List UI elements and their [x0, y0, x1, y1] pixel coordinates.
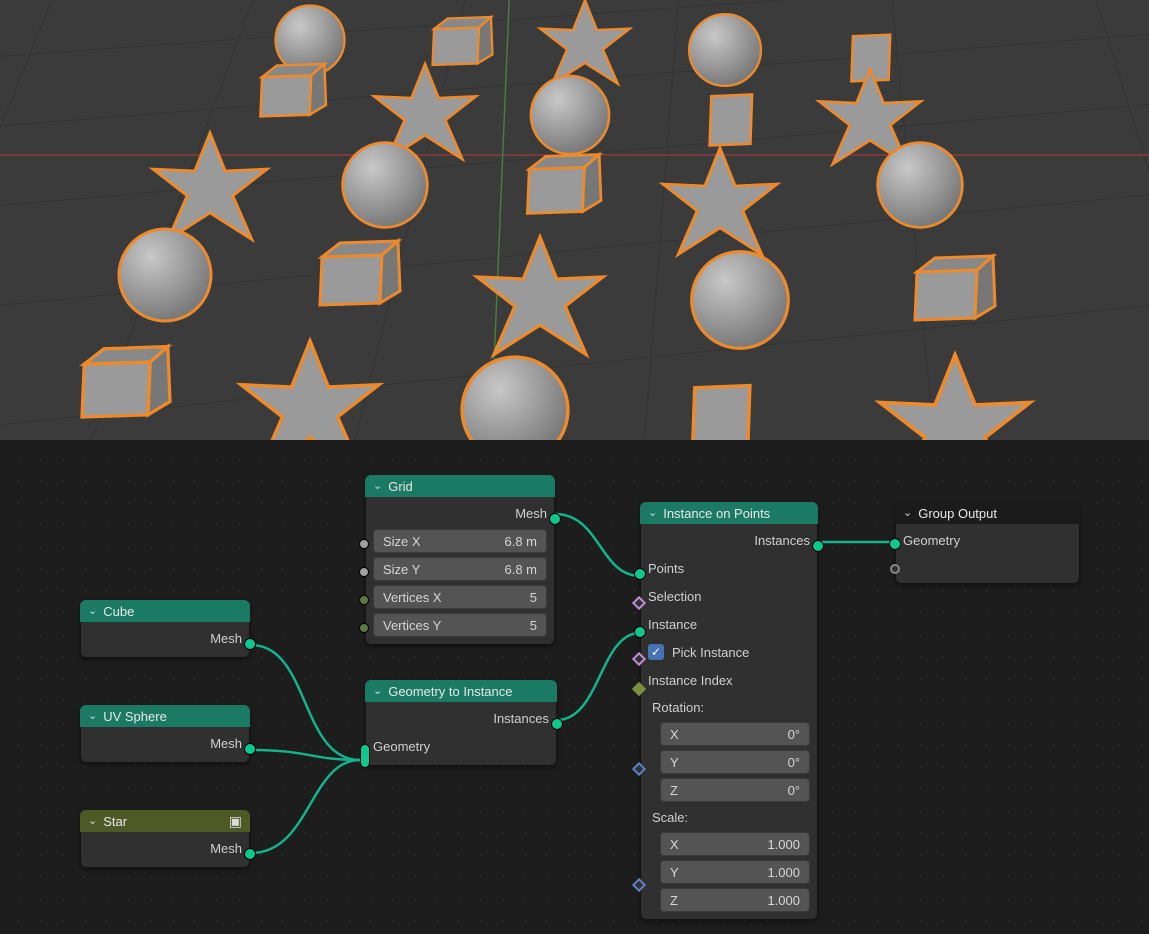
- field-rotation-z[interactable]: Z0°: [660, 778, 810, 802]
- nodegroup-icon: ▣: [229, 813, 242, 830]
- input-points: Points: [648, 561, 684, 576]
- input-selection: Selection: [648, 589, 701, 604]
- socket-instances-out[interactable]: [812, 540, 824, 552]
- field-vertices-x[interactable]: Vertices X 5: [373, 585, 547, 609]
- chevron-down-icon: ⌄: [373, 479, 382, 492]
- chevron-down-icon: ⌄: [373, 684, 382, 697]
- socket-points[interactable]: [634, 568, 646, 580]
- node-group-output[interactable]: ⌄ Group Output Geometry: [895, 502, 1080, 584]
- node-grid[interactable]: ⌄ Grid Mesh Size X 6.8 m Size Y 6.8 m Ve…: [365, 475, 555, 645]
- field-rotation-y[interactable]: Y0°: [660, 750, 810, 774]
- node-header[interactable]: ⌄ Instance on Points: [640, 502, 818, 524]
- socket-mesh-out[interactable]: [244, 848, 256, 860]
- node-title: Instance on Points: [663, 506, 770, 521]
- chevron-down-icon: ⌄: [648, 506, 657, 519]
- node-header[interactable]: ⌄ Grid: [365, 475, 555, 497]
- node-title: Group Output: [918, 506, 997, 521]
- socket-virtual[interactable]: [890, 564, 900, 574]
- socket-geometry-in[interactable]: [889, 538, 901, 550]
- node-header[interactable]: ⌄ Group Output: [895, 502, 1080, 524]
- check-icon: ✓: [648, 644, 664, 660]
- chevron-down-icon: ⌄: [88, 604, 97, 617]
- output-label: Instances: [754, 533, 810, 548]
- output-label: Mesh: [210, 736, 242, 751]
- viewport-canvas: [0, 0, 1149, 440]
- node-title: Grid: [388, 479, 413, 494]
- field-scale-z[interactable]: Z1.000: [660, 888, 810, 912]
- node-title: UV Sphere: [103, 709, 167, 724]
- label-rotation: Rotation:: [652, 700, 704, 715]
- field-vertices-y[interactable]: Vertices Y 5: [373, 613, 547, 637]
- node-geometry-to-instance[interactable]: ⌄ Geometry to Instance Instances Geometr…: [365, 680, 557, 766]
- field-size-y[interactable]: Size Y 6.8 m: [373, 557, 547, 581]
- checkbox-pick-instance[interactable]: ✓ Pick Instance: [648, 640, 810, 664]
- chevron-down-icon: ⌄: [88, 814, 97, 827]
- socket-mesh-out[interactable]: [244, 638, 256, 650]
- socket-mesh-out[interactable]: [244, 743, 256, 755]
- chevron-down-icon: ⌄: [903, 506, 912, 519]
- node-cube[interactable]: ⌄ Cube Mesh: [80, 600, 250, 658]
- field-rotation-x[interactable]: X0°: [660, 722, 810, 746]
- output-label: Instances: [493, 711, 549, 726]
- output-label: Mesh: [210, 631, 242, 646]
- output-label: Mesh: [210, 841, 242, 856]
- output-label: Mesh: [515, 506, 547, 521]
- socket-instance[interactable]: [634, 626, 646, 638]
- field-scale-x[interactable]: X1.000: [660, 832, 810, 856]
- socket-size-y[interactable]: [359, 567, 369, 577]
- socket-verts-x[interactable]: [359, 595, 369, 605]
- socket-geometry-in[interactable]: [360, 744, 370, 768]
- input-label: Geometry: [373, 739, 430, 754]
- label-scale: Scale:: [652, 810, 688, 825]
- chevron-down-icon: ⌄: [88, 709, 97, 722]
- node-header[interactable]: ⌄ Geometry to Instance: [365, 680, 557, 702]
- node-star[interactable]: ⌄ Star ▣ Mesh: [80, 810, 250, 868]
- field-scale-y[interactable]: Y1.000: [660, 860, 810, 884]
- socket-verts-y[interactable]: [359, 623, 369, 633]
- node-title: Geometry to Instance: [388, 684, 512, 699]
- node-uv-sphere[interactable]: ⌄ UV Sphere Mesh: [80, 705, 250, 763]
- input-label: Geometry: [903, 533, 960, 548]
- node-title: Cube: [103, 604, 134, 619]
- node-editor[interactable]: ⌄ Cube Mesh ⌄ UV Sphere Mesh ⌄ Star ▣ Me…: [0, 440, 1149, 934]
- socket-instances-out[interactable]: [551, 718, 563, 730]
- input-instance-index: Instance Index: [648, 673, 733, 688]
- node-instance-on-points[interactable]: ⌄ Instance on Points Instances Points Se…: [640, 502, 818, 920]
- socket-size-x[interactable]: [359, 539, 369, 549]
- node-header[interactable]: ⌄ UV Sphere: [80, 705, 250, 727]
- node-header[interactable]: ⌄ Cube: [80, 600, 250, 622]
- viewport-3d[interactable]: [0, 0, 1149, 440]
- socket-mesh-out[interactable]: [549, 513, 561, 525]
- input-instance: Instance: [648, 617, 697, 632]
- node-title: Star: [103, 814, 127, 829]
- node-header[interactable]: ⌄ Star ▣: [80, 810, 250, 832]
- field-size-x[interactable]: Size X 6.8 m: [373, 529, 547, 553]
